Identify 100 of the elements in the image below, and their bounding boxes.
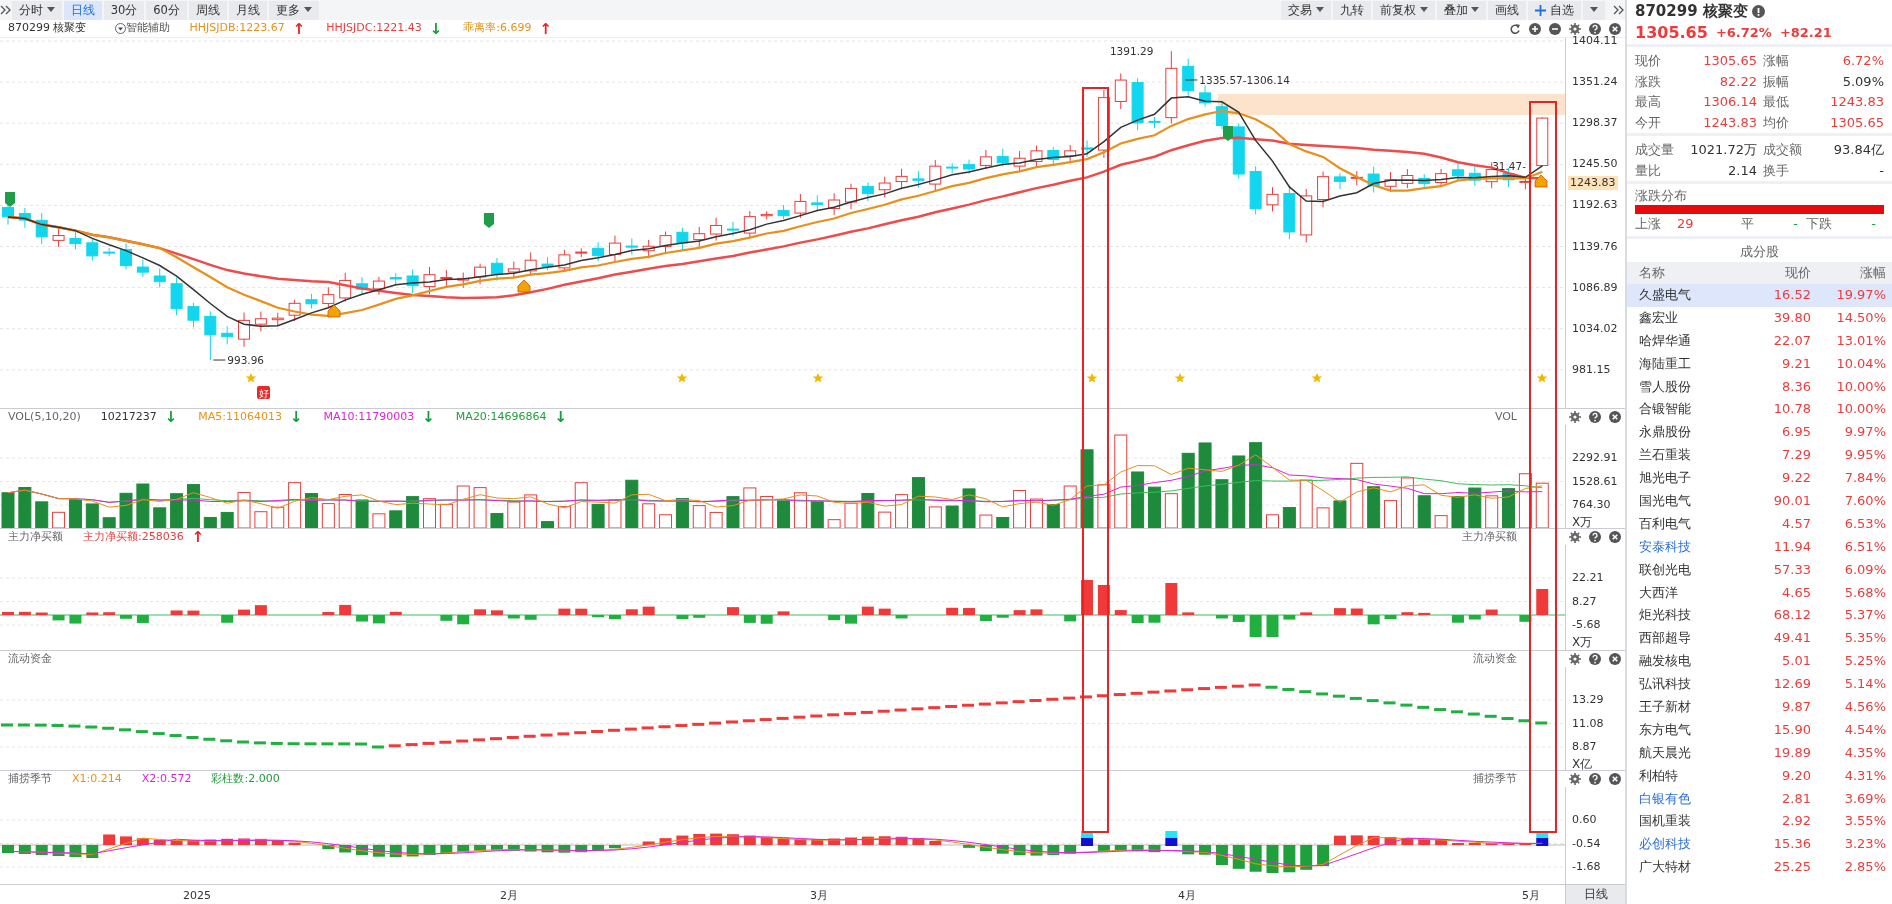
toolbar-button[interactable]: 九转 bbox=[1333, 0, 1372, 20]
menu-button[interactable]: 交易 bbox=[1281, 0, 1332, 20]
axis-unit: X亿 bbox=[1572, 757, 1593, 771]
indicator-value: HHJSJDC:1221.43 bbox=[326, 20, 422, 37]
axis-label: 13.29 bbox=[1572, 693, 1604, 706]
distribution-value: - bbox=[1870, 215, 1877, 233]
trend-arrow: ↓ bbox=[428, 21, 444, 36]
period-tab[interactable]: 60分 bbox=[146, 0, 187, 20]
stock-price: 2.81 bbox=[1781, 789, 1811, 808]
stat-label: 量比 bbox=[1635, 161, 1662, 180]
constituent-row[interactable]: 海陆重工 9.21 10.04% bbox=[1627, 352, 1892, 376]
constituent-row[interactable]: 利柏特 9.20 4.31% bbox=[1627, 764, 1892, 788]
current-price-tag: 1243.83 bbox=[1568, 176, 1618, 190]
constituent-row[interactable]: 联创光电 57.33 6.09% bbox=[1627, 558, 1892, 582]
constituent-row[interactable]: 雪人股份 8.36 10.00% bbox=[1627, 375, 1892, 399]
stock-name: 旭光电子 bbox=[1639, 469, 1692, 488]
watchlist-button[interactable]: 自选 bbox=[1528, 0, 1581, 20]
trend-arrow: ↑ bbox=[190, 530, 206, 544]
distribution-label: 上涨 bbox=[1635, 215, 1661, 233]
stat-value: - bbox=[1878, 161, 1884, 180]
stock-price: 15.36 bbox=[1772, 835, 1811, 854]
panel-title: 捕捞季节 bbox=[8, 770, 52, 787]
period-tab[interactable]: 月线 bbox=[228, 0, 267, 20]
stock-price: 2.92 bbox=[1781, 812, 1811, 831]
constituent-row[interactable]: 国光电气 90.01 7.60% bbox=[1627, 490, 1892, 513]
stock-price: 6.95 bbox=[1781, 423, 1811, 442]
constituent-row[interactable]: 必创科技 15.36 3.23% bbox=[1627, 833, 1892, 857]
stock-change: 6.51% bbox=[1843, 537, 1886, 556]
constituent-row[interactable]: 鑫宏业 39.80 14.50% bbox=[1627, 306, 1892, 330]
assist-toggle[interactable]: 智能辅助 bbox=[114, 20, 170, 37]
panel-name: 主力净买额 bbox=[1462, 528, 1517, 545]
legend-value: X1:0.214 bbox=[72, 770, 122, 787]
stat-label: 最低 bbox=[1763, 93, 1790, 111]
stock-change: 9.95% bbox=[1843, 446, 1886, 465]
stat-label: 现价 bbox=[1635, 52, 1662, 70]
period-button[interactable]: 日线 bbox=[1566, 885, 1625, 904]
stock-change: 10.04% bbox=[1835, 354, 1886, 373]
constituent-row[interactable]: 弘讯科技 12.69 5.14% bbox=[1627, 673, 1892, 697]
constituent-row[interactable]: 广大特材 25.25 2.85% bbox=[1627, 856, 1892, 880]
stock-change: 5.14% bbox=[1843, 675, 1886, 694]
stat-value: 1021.72万 bbox=[1689, 141, 1757, 159]
constituent-row[interactable]: 东方电气 15.90 4.54% bbox=[1627, 718, 1892, 742]
constituent-row[interactable]: 安泰科技 11.94 6.51% bbox=[1627, 535, 1892, 559]
axis-label: 8.87 bbox=[1572, 740, 1597, 753]
stock-change: 7.84% bbox=[1843, 469, 1886, 488]
stock-price: 4.57 bbox=[1781, 514, 1811, 533]
panel-name: 流动资金 bbox=[1473, 650, 1517, 667]
stock-price: 11.94 bbox=[1772, 537, 1811, 556]
stat-label: 最高 bbox=[1635, 93, 1662, 111]
stock-price: 9.87 bbox=[1781, 698, 1811, 717]
stock-name: 永鼎股份 bbox=[1639, 423, 1692, 442]
stock-price: 68.12 bbox=[1772, 606, 1811, 625]
period-tab[interactable]: 周线 bbox=[188, 0, 227, 20]
constituent-row[interactable]: 西部超导 49.41 5.35% bbox=[1627, 627, 1892, 651]
period-tab[interactable]: 分时 bbox=[12, 0, 62, 20]
constituent-row[interactable]: 国机重装 2.92 3.55% bbox=[1627, 810, 1892, 834]
stat-value: 1306.14 bbox=[1702, 93, 1757, 111]
trend-arrow: ↓ bbox=[289, 410, 304, 424]
distribution-label: 平 bbox=[1740, 215, 1754, 233]
constituent-row[interactable]: 合锻智能 10.78 10.00% bbox=[1627, 398, 1892, 422]
axis-label: 1404.11 bbox=[1572, 34, 1618, 47]
axis-label: 764.30 bbox=[1572, 498, 1611, 511]
constituent-row[interactable]: 白银有色 2.81 3.69% bbox=[1627, 787, 1892, 811]
column-header: 涨幅 bbox=[1859, 264, 1886, 282]
period-tab[interactable]: 30分 bbox=[103, 0, 145, 20]
change-value: +82.21 bbox=[1779, 24, 1832, 43]
constituent-row[interactable]: 兰石重装 7.29 9.95% bbox=[1627, 444, 1892, 468]
constituent-row[interactable]: 炬光科技 68.12 5.37% bbox=[1627, 604, 1892, 628]
stock-change: 2.85% bbox=[1843, 858, 1886, 877]
stock-price: 25.25 bbox=[1772, 858, 1811, 877]
menu-button[interactable]: 叠加 bbox=[1436, 0, 1487, 20]
constituent-row[interactable]: 航天晨光 19.89 4.35% bbox=[1627, 741, 1892, 765]
constituent-row[interactable]: 融发核电 5.01 5.25% bbox=[1627, 650, 1892, 674]
constituent-row[interactable]: 百利电气 4.57 6.53% bbox=[1627, 512, 1892, 536]
stock-name: 必创科技 bbox=[1639, 835, 1692, 854]
toolbar-button[interactable]: 画线 bbox=[1488, 0, 1527, 20]
constituent-row[interactable]: 哈焊华通 22.07 13.01% bbox=[1627, 329, 1892, 353]
stock-price: 22.07 bbox=[1772, 331, 1811, 350]
constituent-row[interactable]: 旭光电子 9.22 7.84% bbox=[1627, 467, 1892, 490]
stock-name: 航天晨光 bbox=[1639, 743, 1692, 762]
stock-name: 安泰科技 bbox=[1639, 537, 1692, 556]
stock-price: 9.22 bbox=[1781, 469, 1811, 488]
menu-button[interactable]: 前复权 bbox=[1373, 0, 1435, 20]
stat-value: 1243.83 bbox=[1829, 93, 1884, 111]
stat-value: 2.14 bbox=[1727, 161, 1757, 180]
axis-unit: X万 bbox=[1572, 515, 1593, 529]
trend-arrow: ↓ bbox=[421, 410, 436, 424]
constituent-row[interactable]: 永鼎股份 6.95 9.97% bbox=[1627, 421, 1892, 445]
constituent-row[interactable]: 王子新材 9.87 4.56% bbox=[1627, 696, 1892, 719]
stock-change: 6.09% bbox=[1843, 560, 1886, 579]
stock-price: 5.01 bbox=[1781, 652, 1811, 671]
constituent-row[interactable]: 久盛电气 16.52 19.97% bbox=[1627, 284, 1892, 307]
stock-price: 8.36 bbox=[1781, 377, 1811, 396]
distribution-label: 下跌 bbox=[1805, 215, 1832, 233]
period-tab[interactable]: 更多 bbox=[268, 0, 319, 20]
constituent-row[interactable]: 大西洋 4.65 5.68% bbox=[1627, 581, 1892, 605]
stock-change: 4.56% bbox=[1843, 698, 1886, 717]
period-tab[interactable]: 日线 bbox=[63, 0, 102, 20]
stock-change: 3.55% bbox=[1843, 812, 1886, 831]
axis-label: 0.60 bbox=[1572, 813, 1597, 826]
